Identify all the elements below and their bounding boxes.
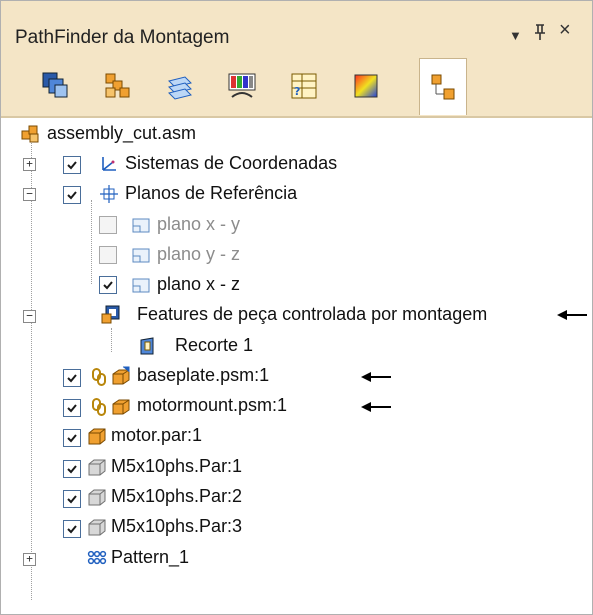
tree-item-label: M5x10phs.Par:3 bbox=[111, 516, 243, 536]
tab-sheets[interactable] bbox=[157, 64, 203, 108]
tree-item-label: M5x10phs.Par:2 bbox=[111, 486, 243, 506]
tree-structure-icon bbox=[431, 74, 455, 100]
visibility-checkbox[interactable] bbox=[63, 520, 81, 538]
visibility-checkbox[interactable] bbox=[63, 460, 81, 478]
coordinate-system-icon bbox=[102, 157, 116, 171]
visibility-checkbox[interactable] bbox=[99, 246, 117, 264]
svg-text:?: ? bbox=[294, 85, 300, 98]
tab-tree-structure[interactable] bbox=[419, 58, 467, 115]
plane-icon bbox=[132, 248, 150, 263]
pattern-icon bbox=[87, 550, 107, 565]
tab-variable-table[interactable]: ? bbox=[281, 64, 327, 108]
checkmark-icon bbox=[67, 465, 77, 474]
tree-item-label: assembly_cut.asm bbox=[47, 123, 197, 143]
panel-menu-button[interactable]: ▼ bbox=[509, 26, 522, 46]
visibility-checkbox[interactable] bbox=[63, 399, 81, 417]
sheets-icon bbox=[168, 76, 192, 100]
tree-item-label: plano y - z bbox=[157, 244, 241, 264]
tab-assembly-parts[interactable] bbox=[33, 64, 79, 108]
callout-arrow-icon bbox=[361, 402, 391, 412]
collapse-button[interactable]: − bbox=[23, 310, 36, 323]
visibility-checkbox[interactable] bbox=[63, 369, 81, 387]
assembly-parts-icon bbox=[42, 72, 68, 98]
tree-item-m5x10-2[interactable]: M5x10phs.Par:2 bbox=[1, 481, 592, 512]
visibility-checkbox[interactable] bbox=[99, 216, 117, 234]
panel-title: PathFinder da Montagem bbox=[15, 27, 230, 48]
tree-item-motor[interactable]: motor.par:1 bbox=[1, 420, 592, 451]
tree-item-label: Pattern_1 bbox=[111, 547, 190, 567]
panel-titlebar: PathFinder da Montagem ▼ × bbox=[1, 1, 592, 56]
checkmark-icon bbox=[67, 434, 77, 443]
checkmark-icon bbox=[103, 281, 113, 290]
expand-button[interactable]: + bbox=[23, 553, 36, 566]
tree-item-reference-planes[interactable]: − Planos de Referência bbox=[1, 178, 592, 209]
visibility-checkbox[interactable] bbox=[63, 186, 81, 204]
expand-button[interactable]: + bbox=[23, 158, 36, 171]
tab-render[interactable] bbox=[343, 64, 389, 108]
visibility-checkbox[interactable] bbox=[63, 490, 81, 508]
checkmark-icon bbox=[67, 191, 77, 200]
tree-item-label: Planos de Referência bbox=[125, 183, 298, 203]
tree-item-m5x10-1[interactable]: M5x10phs.Par:1 bbox=[1, 451, 592, 482]
tree-item-label: baseplate.psm:1 bbox=[137, 365, 270, 385]
pathfinder-tab-strip: ? bbox=[1, 56, 592, 118]
callout-arrow-icon bbox=[557, 310, 587, 320]
fastener-part-icon bbox=[88, 519, 106, 536]
link-chain-icon bbox=[92, 368, 106, 386]
checkmark-icon bbox=[67, 495, 77, 504]
visibility-checkbox[interactable] bbox=[99, 276, 117, 294]
reference-planes-icon bbox=[100, 185, 118, 203]
sheet-metal-part-icon bbox=[112, 399, 130, 415]
part-icon bbox=[88, 428, 106, 445]
tree-item-label: motormount.psm:1 bbox=[137, 395, 288, 415]
link-chain-icon bbox=[92, 398, 106, 416]
tree-item-root[interactable]: assembly_cut.asm bbox=[1, 118, 592, 149]
display-configurations-icon bbox=[228, 73, 256, 98]
variable-table-icon: ? bbox=[291, 73, 317, 99]
checkmark-icon bbox=[67, 404, 77, 413]
pin-icon bbox=[535, 24, 545, 40]
assembly-pathfinder-panel: PathFinder da Montagem ▼ × ? assembly_cu… bbox=[0, 0, 593, 615]
layers-icon bbox=[105, 73, 130, 98]
collapse-button[interactable]: − bbox=[23, 188, 36, 201]
plane-icon bbox=[132, 278, 150, 293]
assembly-icon bbox=[21, 125, 39, 143]
fastener-part-icon bbox=[88, 459, 106, 476]
fastener-part-icon bbox=[88, 489, 106, 506]
render-icon bbox=[354, 74, 378, 98]
tree-item-m5x10-3[interactable]: M5x10phs.Par:3 bbox=[1, 511, 592, 542]
tree-item-label: Recorte 1 bbox=[175, 335, 254, 355]
plane-icon bbox=[132, 218, 150, 233]
tree-item-pattern[interactable]: + Pattern_1 bbox=[1, 542, 592, 573]
tree-item-plane-xy[interactable]: plano x - y bbox=[1, 209, 592, 240]
tab-layers[interactable] bbox=[95, 64, 141, 108]
visibility-checkbox[interactable] bbox=[63, 429, 81, 447]
tree-item-label: motor.par:1 bbox=[111, 425, 203, 445]
tab-display-configurations[interactable] bbox=[219, 64, 265, 108]
tree-item-label: M5x10phs.Par:1 bbox=[111, 456, 243, 476]
tree-item-label: plano x - y bbox=[157, 214, 241, 234]
tree-item-coordinate-systems[interactable]: + Sistemas de Coordenadas bbox=[1, 148, 592, 179]
tree-item-baseplate[interactable]: baseplate.psm:1 bbox=[1, 360, 592, 391]
cut-feature-icon bbox=[140, 337, 154, 355]
visibility-checkbox[interactable] bbox=[63, 156, 81, 174]
assembly-tree: assembly_cut.asm + Sistemas de Coordenad… bbox=[1, 118, 592, 614]
tree-item-motormount[interactable]: motormount.psm:1 bbox=[1, 390, 592, 421]
callout-arrow-icon bbox=[361, 372, 391, 382]
tree-item-cut[interactable]: Recorte 1 bbox=[1, 330, 592, 361]
checkmark-icon bbox=[67, 374, 77, 383]
sheet-metal-part-icon bbox=[112, 366, 130, 385]
tree-item-plane-yz[interactable]: plano y - z bbox=[1, 239, 592, 270]
tree-item-plane-xz[interactable]: plano x - z bbox=[1, 269, 592, 300]
panel-pin-button[interactable] bbox=[533, 23, 547, 47]
checkmark-icon bbox=[67, 525, 77, 534]
checkmark-icon bbox=[67, 161, 77, 170]
tree-item-label: plano x - z bbox=[157, 274, 241, 294]
tree-item-assembly-features[interactable]: − Features de peça controlada por montag… bbox=[1, 299, 592, 330]
tree-item-label: Features de peça controlada por montagem bbox=[137, 304, 488, 324]
tree-item-label: Sistemas de Coordenadas bbox=[125, 153, 338, 173]
panel-close-button[interactable]: × bbox=[559, 20, 571, 40]
assembly-features-icon bbox=[101, 305, 120, 324]
